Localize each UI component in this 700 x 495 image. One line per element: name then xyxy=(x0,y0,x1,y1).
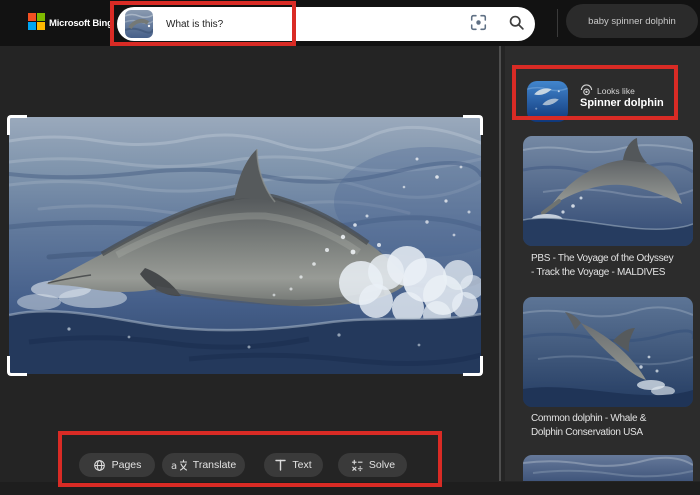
translate-label: Translate xyxy=(193,459,236,471)
logo-square-green xyxy=(37,13,45,21)
translate-icon: a xyxy=(171,459,187,471)
globe-icon xyxy=(93,459,106,472)
microsoft-logo-icon[interactable] xyxy=(28,13,45,30)
crop-handle-bottom-right[interactable] xyxy=(463,356,483,376)
looks-like-icon xyxy=(580,84,593,97)
query-image-thumbnail[interactable] xyxy=(125,10,153,38)
text-button[interactable]: Text xyxy=(264,453,323,477)
looks-like-title[interactable]: Spinner dolphin xyxy=(580,97,664,109)
brand-title[interactable]: Microsoft Bing xyxy=(49,0,113,46)
page-bottom-strip xyxy=(0,482,700,495)
result-caption-2[interactable]: Common dolphin - Whale & Dolphin Conserv… xyxy=(531,412,697,440)
topbar-divider xyxy=(557,9,558,37)
pages-button[interactable]: Pages xyxy=(79,453,155,477)
dolphin-photo xyxy=(9,117,481,374)
looks-like-label: Looks like xyxy=(597,86,635,96)
translate-button[interactable]: a Translate xyxy=(162,453,245,477)
logo-square-yellow xyxy=(37,22,45,30)
solve-icon xyxy=(350,459,363,472)
logo-square-blue xyxy=(28,22,36,30)
related-search-label: baby spinner dolphin xyxy=(588,16,676,27)
crop-handle-top-right[interactable] xyxy=(463,115,483,135)
related-search-pill[interactable]: baby spinner dolphin xyxy=(566,4,698,38)
result-image-1[interactable] xyxy=(523,136,693,246)
search-query-text: What is this? xyxy=(166,7,223,41)
bing-visual-search-page: Microsoft Bing What is this? xyxy=(0,0,700,495)
logo-square-red xyxy=(28,13,36,21)
result-caption-1[interactable]: PBS - The Voyage of the Odyssey - Track … xyxy=(531,252,697,280)
looks-like-thumbnail[interactable] xyxy=(527,81,568,122)
solve-button[interactable]: Solve xyxy=(338,453,407,477)
top-bar: Microsoft Bing What is this? xyxy=(0,0,700,46)
looks-like-row: Looks like xyxy=(580,84,635,97)
scrollbar[interactable] xyxy=(499,46,501,481)
results-sidebar: Looks like Spinner dolphin xyxy=(505,46,700,481)
visual-search-icon[interactable] xyxy=(470,14,487,31)
text-icon xyxy=(275,459,286,471)
crop-handle-bottom-left[interactable] xyxy=(7,356,27,376)
pages-label: Pages xyxy=(112,459,142,471)
solve-label: Solve xyxy=(369,459,395,471)
crop-handle-top-left[interactable] xyxy=(7,115,27,135)
query-image[interactable] xyxy=(9,117,481,374)
result-image-3[interactable] xyxy=(523,455,693,481)
search-icon[interactable] xyxy=(508,14,525,31)
result-image-2[interactable] xyxy=(523,297,693,407)
svg-text:a: a xyxy=(171,461,177,471)
text-label: Text xyxy=(292,459,311,471)
